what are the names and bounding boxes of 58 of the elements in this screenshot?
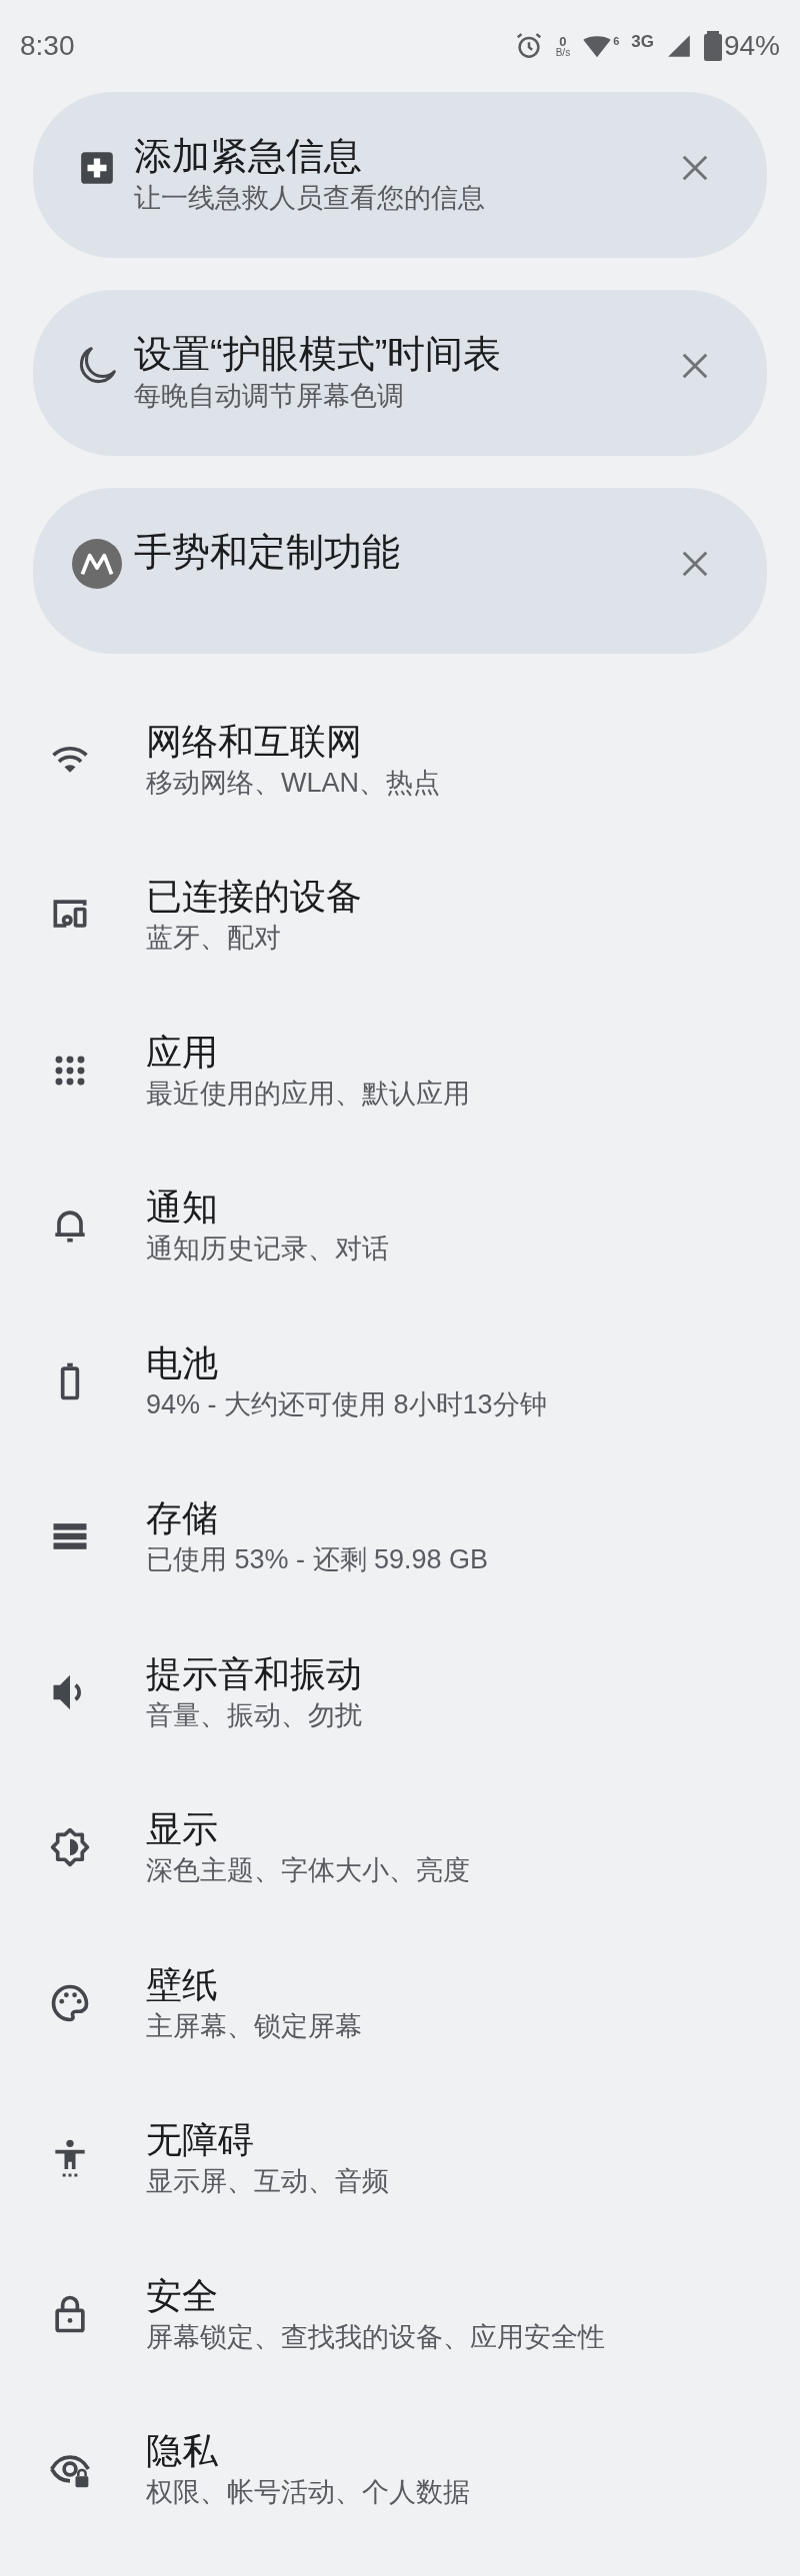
item-subtitle: 通知历史记录、对话 <box>146 1233 389 1267</box>
item-title: 应用 <box>146 1030 219 1075</box>
item-subtitle: 音量、振动、勿扰 <box>146 1698 362 1732</box>
card-subtitle: 让一线急救人员查看您的信息 <box>134 182 486 215</box>
item-subtitle: 最近使用的应用、默认应用 <box>146 1077 470 1111</box>
item-subtitle: 94% - 大约还可使用 8小时13分钟 <box>146 1387 547 1421</box>
suggestion-card[interactable]: 设置“护眼模式”时间表 每晚自动调节屏幕色调 <box>33 290 767 456</box>
card-title: 设置“护眼模式”时间表 <box>134 332 503 377</box>
card-title: 手势和定制功能 <box>134 530 401 575</box>
item-subtitle: 已使用 53% - 还剩 59.98 GB <box>146 1543 489 1577</box>
wifi-generation-label: 6 <box>613 34 620 49</box>
card-title: 添加紧急信息 <box>134 134 363 179</box>
wifi-signal-icon <box>582 33 613 59</box>
card-subtitle: 每晚自动调节屏幕色调 <box>134 380 405 413</box>
medical-cross-icon <box>78 149 116 187</box>
suggestion-card[interactable]: 添加紧急信息 让一线急救人员查看您的信息 <box>33 92 767 258</box>
item-subtitle: 显示屏、互动、音频 <box>146 2165 389 2199</box>
item-title: 已连接的设备 <box>146 875 362 920</box>
item-title: 壁纸 <box>146 1962 219 2007</box>
logo-icon <box>72 539 122 589</box>
item-title: 安全 <box>146 2273 219 2318</box>
settings-item[interactable]: 通知 通知历史记录、对话 <box>0 1148 800 1303</box>
suggestion-card[interactable]: 手势和定制功能 <box>33 488 767 654</box>
item-subtitle: 屏幕锁定、查找我的设备、应用安全性 <box>146 2320 605 2354</box>
status-time: 8:30 <box>20 29 75 63</box>
settings-item[interactable]: 存储 已使用 53% - 还剩 59.98 GB <box>0 1458 800 1614</box>
settings-item[interactable]: 安全 屏幕锁定、查找我的设备、应用安全性 <box>0 2236 800 2392</box>
item-subtitle: 蓝牙、配对 <box>146 922 282 956</box>
settings-item[interactable]: 提示音和振动 音量、振动、勿扰 <box>0 1614 800 1770</box>
settings-item[interactable]: 电池 94% - 大约还可使用 8小时13分钟 <box>0 1303 800 1459</box>
settings-item[interactable]: 壁纸 主屏幕、锁定屏幕 <box>0 1925 800 2081</box>
settings-item[interactable]: 隐私 权限、帐号活动、个人数据 <box>0 2391 800 2547</box>
battery-percent: 94% <box>723 29 780 63</box>
close-icon <box>680 351 710 381</box>
settings-item[interactable]: 无障碍 显示屏、互动、音频 <box>0 2080 800 2236</box>
item-title: 显示 <box>146 1807 219 1852</box>
item-subtitle: 深色主题、字体大小、亮度 <box>146 1854 470 1888</box>
item-title: 存储 <box>146 1496 219 1541</box>
item-subtitle: 主屏幕、锁定屏幕 <box>146 2009 362 2043</box>
close-icon <box>680 549 710 579</box>
settings-item[interactable]: 应用 最近使用的应用、默认应用 <box>0 993 800 1149</box>
item-title: 网络和互联网 <box>146 719 363 764</box>
cell-signal-icon <box>665 33 692 59</box>
close-icon <box>680 153 710 183</box>
net-speed-value: 0 <box>559 34 567 48</box>
item-title: 无障碍 <box>146 2118 255 2163</box>
item-title: 隐私 <box>146 2429 219 2474</box>
network-type: 3G <box>631 31 654 54</box>
settings-item[interactable]: 显示 深色主题、字体大小、亮度 <box>0 1769 800 1925</box>
settings-item[interactable]: 已连接的设备 蓝牙、配对 <box>0 837 800 993</box>
item-title: 提示音和振动 <box>146 1651 362 1696</box>
item-title: 通知 <box>146 1186 219 1231</box>
settings-item[interactable]: 网络和互联网 移动网络、WLAN、热点 <box>0 682 800 838</box>
item-subtitle: 移动网络、WLAN、热点 <box>146 766 440 800</box>
item-subtitle: 权限、帐号活动、个人数据 <box>146 2476 470 2510</box>
item-title: 电池 <box>146 1340 219 1385</box>
battery-icon <box>703 31 722 61</box>
net-speed-unit: B/s <box>555 47 571 58</box>
